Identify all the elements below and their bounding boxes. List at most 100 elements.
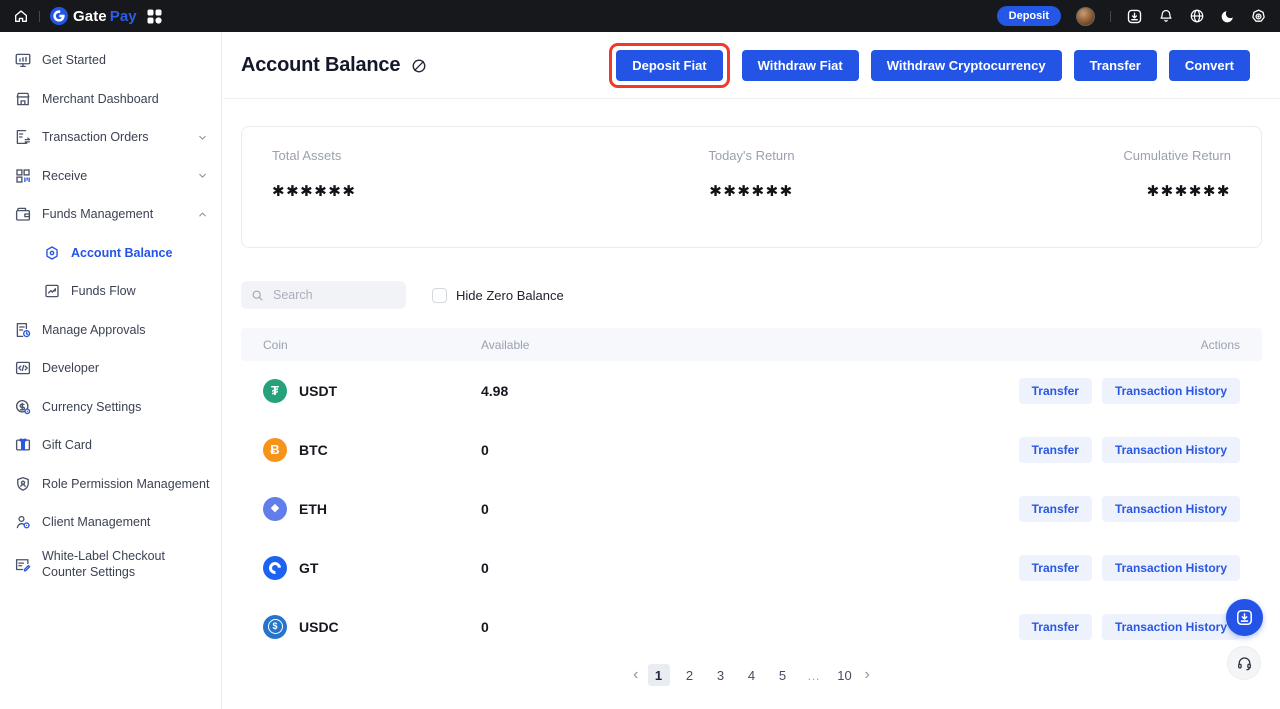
sidebar-item-label: White-Label Checkout Counter Settings — [42, 549, 207, 580]
column-header-actions: Actions — [1201, 338, 1240, 352]
sidebar-item-label: Developer — [42, 361, 99, 375]
topbar-divider — [1110, 11, 1111, 22]
sidebar-item-role-permission-management[interactable]: Role Permission Management — [0, 465, 221, 504]
transfer-button[interactable]: Transfer — [1074, 50, 1157, 81]
sidebar-item-funds-management[interactable]: Funds Management — [0, 195, 221, 234]
gate-pay-logo[interactable]: GatePay — [50, 7, 137, 25]
sidebar-item-label: Transaction Orders — [42, 130, 149, 144]
headset-icon — [1236, 655, 1253, 672]
sidebar-item-merchant-dashboard[interactable]: Merchant Dashboard — [0, 80, 221, 119]
table-row-usdc: $ USDC 0 Transfer Transaction History — [241, 597, 1262, 656]
sidebar-item-account-balance[interactable]: Account Balance — [0, 234, 221, 273]
hide-balance-eye-icon[interactable] — [411, 58, 427, 74]
home-icon[interactable] — [13, 8, 29, 24]
topbar-left: GatePay — [13, 7, 162, 25]
stat-label: Total Assets — [272, 148, 592, 163]
row-transaction-history-button[interactable]: Transaction History — [1102, 555, 1240, 581]
row-transaction-history-button[interactable]: Transaction History — [1102, 378, 1240, 404]
chevron-down-icon — [197, 132, 208, 143]
storefront-icon — [14, 90, 32, 108]
sidebar-item-receive[interactable]: Receive — [0, 157, 221, 196]
checkout-pencil-icon — [14, 556, 32, 574]
withdraw-cryptocurrency-button[interactable]: Withdraw Cryptocurrency — [871, 50, 1062, 81]
main-panel: Account Balance Deposit Fiat Withdraw Fi… — [223, 32, 1280, 709]
topbar: GatePay Deposit — [0, 0, 1280, 32]
pagination-page-2[interactable]: 2 — [679, 664, 701, 686]
row-actions: Transfer Transaction History — [1019, 555, 1240, 581]
table-header: Coin Available Actions — [241, 328, 1262, 361]
row-transaction-history-button[interactable]: Transaction History — [1102, 496, 1240, 522]
row-transfer-button[interactable]: Transfer — [1019, 378, 1092, 404]
row-transfer-button[interactable]: Transfer — [1019, 437, 1092, 463]
search-icon — [251, 289, 264, 302]
header-actions: Deposit Fiat Withdraw Fiat Withdraw Cryp… — [609, 50, 1250, 81]
topbar-deposit-button[interactable]: Deposit — [997, 6, 1061, 26]
column-header-coin: Coin — [263, 338, 481, 352]
sidebar-item-client-management[interactable]: Client Management — [0, 503, 221, 542]
row-transfer-button[interactable]: Transfer — [1019, 555, 1092, 581]
pagination-next-icon[interactable]: › — [865, 666, 870, 684]
sidebar-item-funds-flow[interactable]: Funds Flow — [0, 272, 221, 311]
sidebar-item-manage-approvals[interactable]: Manage Approvals — [0, 311, 221, 350]
topbar-divider — [39, 11, 40, 22]
convert-button[interactable]: Convert — [1169, 50, 1250, 81]
table-row-eth: ◆ ETH 0 Transfer Transaction History — [241, 479, 1262, 538]
gift-card-icon — [14, 436, 32, 454]
apps-grid-icon[interactable] — [147, 9, 162, 24]
page-header: Account Balance Deposit Fiat Withdraw Fi… — [223, 32, 1280, 99]
sidebar-item-white-label-checkout-counter-settings[interactable]: White-Label Checkout Counter Settings — [0, 542, 221, 588]
sidebar: Get Started Merchant Dashboard Transacti… — [0, 32, 222, 709]
floating-download-button[interactable] — [1226, 599, 1263, 636]
pagination-prev-icon[interactable]: ‹ — [633, 666, 638, 684]
floating-support-button[interactable] — [1227, 646, 1261, 680]
page-title: Account Balance — [241, 54, 427, 77]
chevron-up-icon — [197, 209, 208, 220]
row-transaction-history-button[interactable]: Transaction History — [1102, 437, 1240, 463]
usdt-coin-icon: ₮ — [263, 379, 287, 403]
sidebar-item-transaction-orders[interactable]: Transaction Orders — [0, 118, 221, 157]
filter-row: Hide Zero Balance — [241, 281, 1262, 309]
coin-glyph: Ƀ — [270, 443, 279, 456]
funds-flow-chart-icon — [43, 282, 61, 300]
available-balance: 4.98 — [481, 383, 1019, 399]
sidebar-item-developer[interactable]: Developer — [0, 349, 221, 388]
brand-gate: Gate — [73, 8, 107, 25]
sidebar-item-label: Funds Management — [42, 207, 153, 221]
sidebar-item-currency-settings[interactable]: Currency Settings — [0, 388, 221, 427]
row-transaction-history-button[interactable]: Transaction History — [1102, 614, 1240, 640]
pagination-page-3[interactable]: 3 — [710, 664, 732, 686]
coin-glyph: ◆ — [271, 503, 279, 514]
notifications-bell-icon[interactable] — [1158, 8, 1174, 24]
hide-zero-balance-toggle[interactable]: Hide Zero Balance — [432, 288, 564, 303]
sidebar-item-gift-card[interactable]: Gift Card — [0, 426, 221, 465]
row-transfer-button[interactable]: Transfer — [1019, 496, 1092, 522]
content-area: Total Assets ✱✱✱✱✱✱ Today's Return ✱✱✱✱✱… — [223, 126, 1280, 686]
hide-zero-label: Hide Zero Balance — [456, 288, 564, 303]
coin-cell: ₮ USDT — [263, 379, 481, 403]
user-avatar[interactable] — [1076, 7, 1095, 26]
download-tray-icon — [1235, 608, 1254, 627]
table-row-usdt: ₮ USDT 4.98 Transfer Transaction History — [241, 361, 1262, 420]
pagination-page-10[interactable]: 10 — [834, 664, 856, 686]
dark-mode-moon-icon[interactable] — [1220, 9, 1235, 24]
pagination-page-5[interactable]: 5 — [772, 664, 794, 686]
balance-summary-card: Total Assets ✱✱✱✱✱✱ Today's Return ✱✱✱✱✱… — [241, 126, 1262, 248]
pagination-page-4[interactable]: 4 — [741, 664, 763, 686]
available-balance: 0 — [481, 560, 1019, 576]
sidebar-item-label: Merchant Dashboard — [42, 92, 159, 106]
download-tray-icon[interactable] — [1126, 8, 1143, 25]
hide-zero-checkbox[interactable] — [432, 288, 447, 303]
currency-gear-icon — [14, 398, 32, 416]
deposit-fiat-button[interactable]: Deposit Fiat — [616, 50, 722, 81]
sidebar-item-label: Account Balance — [71, 246, 172, 260]
sidebar-item-label: Gift Card — [42, 438, 92, 452]
sidebar-item-get-started[interactable]: Get Started — [0, 41, 221, 80]
row-transfer-button[interactable]: Transfer — [1019, 614, 1092, 640]
language-globe-icon[interactable] — [1189, 8, 1205, 24]
withdraw-fiat-button[interactable]: Withdraw Fiat — [742, 50, 859, 81]
settings-icon[interactable] — [1250, 8, 1267, 25]
pagination-page-1[interactable]: 1 — [648, 664, 670, 686]
search-box[interactable] — [241, 281, 406, 309]
page-title-text: Account Balance — [241, 54, 400, 77]
search-input[interactable] — [271, 287, 396, 303]
